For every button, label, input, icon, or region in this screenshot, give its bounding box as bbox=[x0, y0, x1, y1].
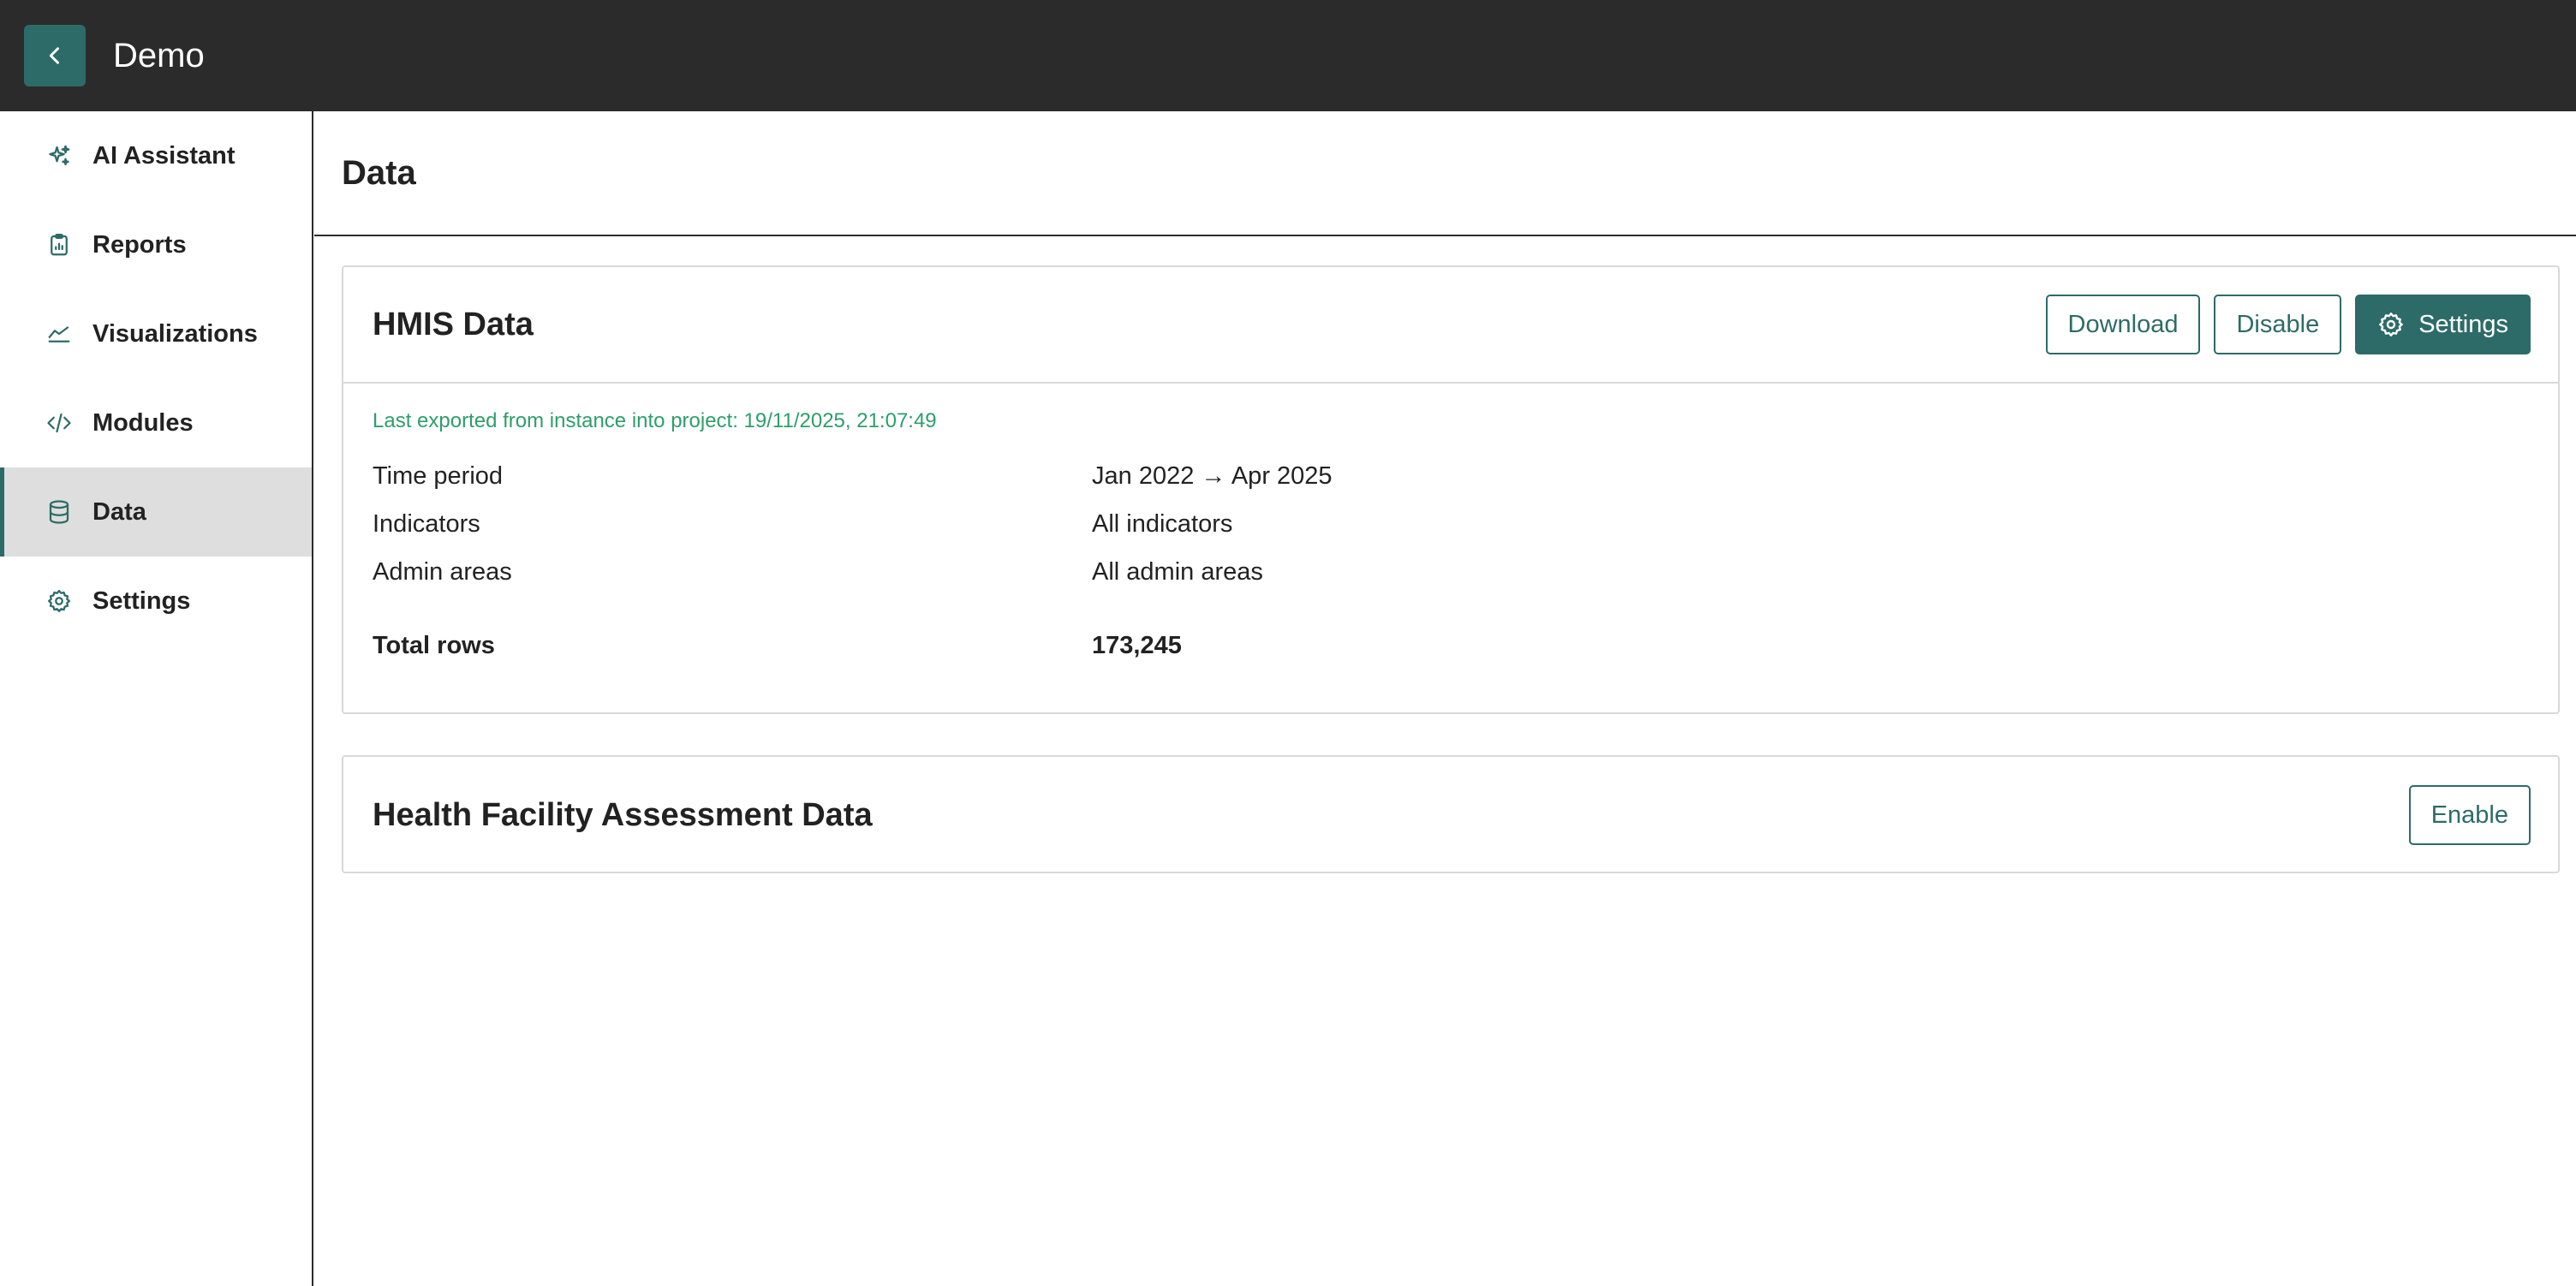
settings-button[interactable]: Settings bbox=[2355, 295, 2531, 354]
enable-button[interactable]: Enable bbox=[2408, 785, 2531, 845]
sidebar-item-ai-assistant[interactable]: AI Assistant bbox=[0, 111, 312, 200]
hmis-details: Time period Jan 2022 → Apr 2025 Indicato… bbox=[373, 462, 2529, 680]
sidebar-item-label: Modules bbox=[92, 408, 194, 437]
back-button[interactable] bbox=[24, 25, 86, 86]
sidebar-item-modules[interactable]: Modules bbox=[0, 378, 312, 467]
detail-label: Time period bbox=[373, 462, 504, 490]
hmis-card-body: Last exported from instance into project… bbox=[343, 384, 2558, 680]
detail-label: Total rows bbox=[373, 632, 495, 659]
sidebar-item-label: AI Assistant bbox=[92, 141, 236, 170]
hfa-card-title: Health Facility Assessment Data bbox=[373, 796, 873, 833]
sidebar-item-label: Visualizations bbox=[92, 319, 258, 348]
top-bar: Demo bbox=[0, 0, 2576, 111]
sidebar-item-settings[interactable]: Settings bbox=[0, 557, 312, 646]
download-button[interactable]: Download bbox=[2045, 295, 2201, 354]
detail-row-time-period: Time period Jan 2022 → Apr 2025 bbox=[373, 462, 2529, 510]
sidebar-item-reports[interactable]: Reports bbox=[0, 200, 312, 289]
hmis-data-card: HMIS Data Download Disable Settings Last… bbox=[342, 265, 2560, 714]
settings-button-label: Settings bbox=[2418, 310, 2508, 338]
detail-row-admin-areas: Admin areas All admin areas bbox=[373, 558, 2529, 606]
sidebar-item-label: Reports bbox=[92, 230, 187, 259]
detail-label: Indicators bbox=[373, 510, 480, 538]
export-timestamp: Last exported from instance into project… bbox=[373, 409, 937, 432]
sidebar-item-visualizations[interactable]: Visualizations bbox=[0, 289, 312, 378]
detail-value: Jan 2022 → Apr 2025 bbox=[1092, 462, 1333, 490]
disable-button[interactable]: Disable bbox=[2214, 295, 2342, 354]
detail-row-total-rows: Total rows 173,245 bbox=[373, 632, 2529, 680]
sparkles-icon bbox=[46, 143, 72, 169]
sidebar-item-data[interactable]: Data bbox=[0, 467, 312, 557]
database-icon bbox=[46, 499, 72, 525]
page-title: Data bbox=[342, 153, 416, 192]
detail-value: 173,245 bbox=[1092, 632, 1182, 659]
chevron-left-icon bbox=[49, 47, 59, 64]
detail-value: All indicators bbox=[1092, 510, 1233, 538]
hmis-actions: Download Disable Settings bbox=[2045, 295, 2531, 354]
detail-value: All admin areas bbox=[1092, 558, 1263, 586]
sidebar-item-label: Data bbox=[92, 497, 146, 526]
hfa-card-header: Health Facility Assessment Data Enable bbox=[343, 757, 2558, 873]
detail-label: Admin areas bbox=[373, 558, 512, 586]
sidebar-item-label: Settings bbox=[92, 586, 191, 615]
gear-icon bbox=[2377, 311, 2405, 338]
hmis-card-title: HMIS Data bbox=[373, 306, 534, 342]
main-content: Data HMIS Data Download Disable Settings… bbox=[314, 111, 2576, 1286]
hfa-data-card: Health Facility Assessment Data Enable bbox=[342, 755, 2560, 873]
sidebar: AI Assistant Reports Visualizations Modu… bbox=[0, 111, 313, 1286]
gear-icon bbox=[46, 588, 72, 614]
app-title: Demo bbox=[113, 36, 205, 74]
detail-row-indicators: Indicators All indicators bbox=[373, 510, 2529, 558]
clipboard-icon bbox=[46, 232, 72, 258]
code-icon bbox=[46, 410, 72, 436]
hmis-card-header: HMIS Data Download Disable Settings bbox=[343, 267, 2558, 384]
page-header: Data bbox=[314, 111, 2576, 236]
line-chart-icon bbox=[46, 321, 72, 347]
